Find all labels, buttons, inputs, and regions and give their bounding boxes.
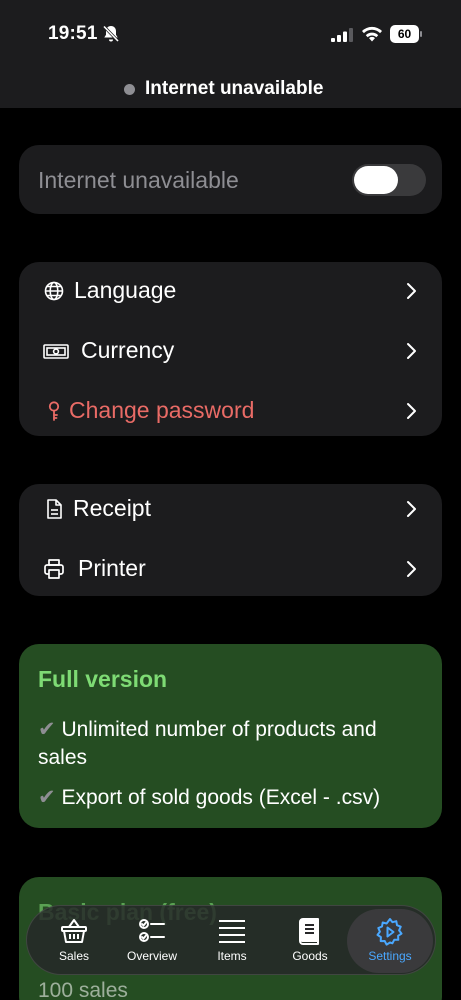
settings-row-change-password[interactable]: Change password (19, 382, 442, 442)
settings-row-language[interactable]: Language (19, 262, 442, 322)
chevron-right-icon (407, 501, 416, 517)
status-time: 19:51 (48, 23, 98, 44)
tab-items[interactable]: Items (193, 906, 271, 976)
tab-label: Sales (58, 949, 90, 963)
signal-icon (331, 28, 353, 42)
key-icon (48, 401, 60, 421)
settings-row-currency[interactable]: Currency (19, 322, 442, 382)
chevron-right-icon (407, 343, 416, 359)
full-version-card[interactable]: Full version ✔ Unlimited number of produ… (19, 644, 442, 828)
banknote-icon (43, 344, 69, 359)
document-icon (47, 499, 62, 519)
status-dot (124, 84, 135, 95)
gear-icon (376, 918, 403, 946)
battery-level: 60 (390, 25, 419, 43)
printer-label: Printer (78, 555, 146, 581)
full-version-title: Full version (38, 666, 168, 692)
printer-icon (44, 559, 64, 579)
change-password-label: Change password (69, 397, 255, 423)
globe-icon (44, 281, 64, 301)
chevron-right-icon (407, 561, 416, 577)
settings-group-account: Language Currency Change password (19, 262, 442, 436)
status-bar: 19:51 60 (0, 0, 461, 70)
tab-bar: Sales Overview Items Goods Settings (26, 905, 436, 975)
tab-label: Settings (368, 949, 412, 963)
tab-overview[interactable]: Overview (113, 906, 191, 976)
tab-label: Overview (126, 949, 177, 963)
language-label: Language (74, 277, 177, 303)
chevron-right-icon (407, 403, 416, 419)
tab-settings[interactable]: Settings (347, 909, 433, 973)
chevron-right-icon (407, 283, 416, 299)
wifi-icon (362, 26, 382, 42)
book-icon (299, 918, 319, 945)
bell-off-icon (102, 25, 120, 43)
settings-group-hardware: Receipt Printer (19, 484, 442, 596)
receipt-label: Receipt (73, 495, 151, 521)
offline-toggle-switch[interactable] (352, 164, 426, 196)
list-icon (219, 920, 245, 943)
tab-label: Items (217, 949, 247, 963)
feature-text: Unlimited number of products and sales (38, 718, 377, 769)
settings-row-receipt[interactable]: Receipt (19, 480, 442, 540)
checklist-icon (139, 919, 165, 942)
tab-goods[interactable]: Goods (271, 906, 349, 976)
checkmark-icon: ✔ (38, 786, 56, 809)
settings-row-printer[interactable]: Printer (19, 540, 442, 600)
basket-icon (61, 919, 87, 943)
tab-label: Goods (292, 949, 328, 963)
full-version-feature: ✔ Unlimited number of products and sales (38, 716, 428, 772)
battery-icon: 60 (390, 25, 422, 43)
offline-toggle-label: Internet unavailable (38, 167, 239, 193)
tab-sales[interactable]: Sales (35, 906, 113, 976)
checkmark-icon: ✔ (38, 718, 56, 741)
network-status-text: Internet unavailable (145, 78, 324, 99)
feature-text: Export of sold goods (Excel - .csv) (61, 786, 381, 809)
basic-plan-feature: 100 sales (38, 979, 128, 1000)
full-version-feature: ✔ Export of sold goods (Excel - .csv) (38, 784, 428, 812)
currency-label: Currency (81, 337, 175, 363)
network-banner: Internet unavailable (0, 70, 461, 108)
